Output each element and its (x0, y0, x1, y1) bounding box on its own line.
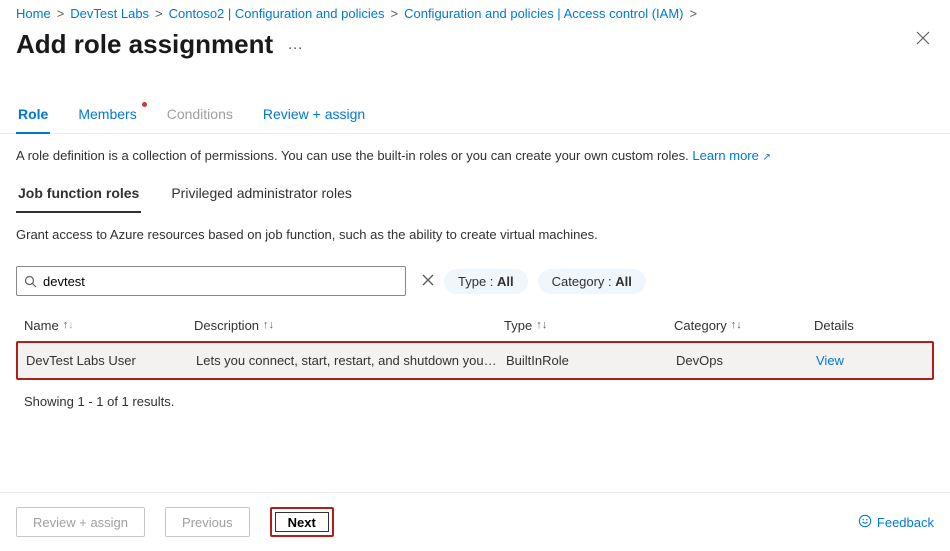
col-details: Details (814, 318, 934, 333)
footer: Review + assign Previous Next Feedback (0, 492, 950, 551)
breadcrumb-item[interactable]: DevTest Labs (70, 6, 149, 21)
more-icon[interactable]: … (287, 36, 304, 54)
sort-icon: ↑↓ (263, 320, 274, 331)
filter-category-pill[interactable]: Category : All (538, 269, 646, 294)
breadcrumb-item[interactable]: Configuration and policies | Access cont… (404, 6, 683, 21)
col-name[interactable]: Name ↑↓ (24, 318, 194, 333)
filter-category-label: Category : (552, 274, 612, 289)
col-category[interactable]: Category ↑↓ (674, 318, 814, 333)
filter-type-value: All (497, 274, 514, 289)
review-assign-button: Review + assign (16, 507, 145, 537)
chevron-right-icon: > (391, 6, 399, 21)
next-button[interactable]: Next (270, 507, 334, 537)
col-name-label: Name (24, 318, 59, 333)
cell-type: BuiltInRole (506, 353, 676, 368)
intro-body: A role definition is a collection of per… (16, 148, 689, 163)
breadcrumb-item[interactable]: Home (16, 6, 51, 21)
clear-search-icon[interactable] (422, 273, 434, 289)
sort-icon: ↑↓ (536, 320, 547, 331)
col-details-label: Details (814, 318, 854, 333)
filter-type-pill[interactable]: Type : All (444, 269, 528, 294)
chevron-right-icon: > (57, 6, 65, 21)
chevron-right-icon: > (155, 6, 163, 21)
filter-category-value: All (615, 274, 632, 289)
tab-role[interactable]: Role (16, 98, 50, 134)
tabs: Role Members Conditions Review + assign (0, 98, 950, 134)
view-details-link[interactable]: View (816, 353, 844, 368)
grant-text: Grant access to Azure resources based on… (0, 213, 950, 256)
col-type-label: Type (504, 318, 532, 333)
tab-members[interactable]: Members (76, 98, 138, 133)
results-count: Showing 1 - 1 of 1 results. (0, 380, 950, 423)
sort-icon: ↑↓ (731, 320, 742, 331)
chevron-right-icon: > (690, 6, 698, 21)
close-icon[interactable] (916, 31, 930, 49)
table-row[interactable]: DevTest Labs User Lets you connect, star… (16, 341, 934, 380)
filter-row: Type : All Category : All (0, 256, 950, 306)
cell-description: Lets you connect, start, restart, and sh… (196, 353, 506, 368)
feedback-link[interactable]: Feedback (858, 514, 934, 531)
external-link-icon: ↗ (762, 152, 770, 163)
feedback-icon (858, 514, 872, 531)
subtab-job-function-roles[interactable]: Job function roles (16, 179, 141, 213)
table-header: Name ↑↓ Description ↑↓ Type ↑↓ Category … (16, 310, 934, 341)
title-row: Add role assignment … (0, 23, 950, 76)
col-category-label: Category (674, 318, 727, 333)
search-input[interactable] (43, 268, 405, 294)
learn-more-link[interactable]: Learn more (692, 148, 758, 163)
roles-table: Name ↑↓ Description ↑↓ Type ↑↓ Category … (16, 310, 934, 380)
search-input-wrap[interactable] (16, 266, 406, 296)
col-description-label: Description (194, 318, 259, 333)
tab-conditions: Conditions (165, 98, 235, 133)
breadcrumb-item[interactable]: Contoso2 | Configuration and policies (169, 6, 385, 21)
cell-name: DevTest Labs User (26, 353, 196, 368)
filter-type-label: Type : (458, 274, 493, 289)
breadcrumb: Home > DevTest Labs > Contoso2 | Configu… (0, 0, 950, 23)
feedback-label: Feedback (877, 515, 934, 530)
col-description[interactable]: Description ↑↓ (194, 318, 504, 333)
col-type[interactable]: Type ↑↓ (504, 318, 674, 333)
sort-icon: ↑↓ (63, 320, 74, 331)
intro-text: A role definition is a collection of per… (0, 134, 950, 173)
cell-category: DevOps (676, 353, 816, 368)
role-subtabs: Job function roles Privileged administra… (0, 173, 950, 213)
previous-button: Previous (165, 507, 250, 537)
page-title: Add role assignment (16, 29, 273, 60)
subtab-privileged-admin-roles[interactable]: Privileged administrator roles (169, 179, 354, 213)
search-icon (23, 274, 37, 288)
tab-review-assign[interactable]: Review + assign (261, 98, 367, 133)
